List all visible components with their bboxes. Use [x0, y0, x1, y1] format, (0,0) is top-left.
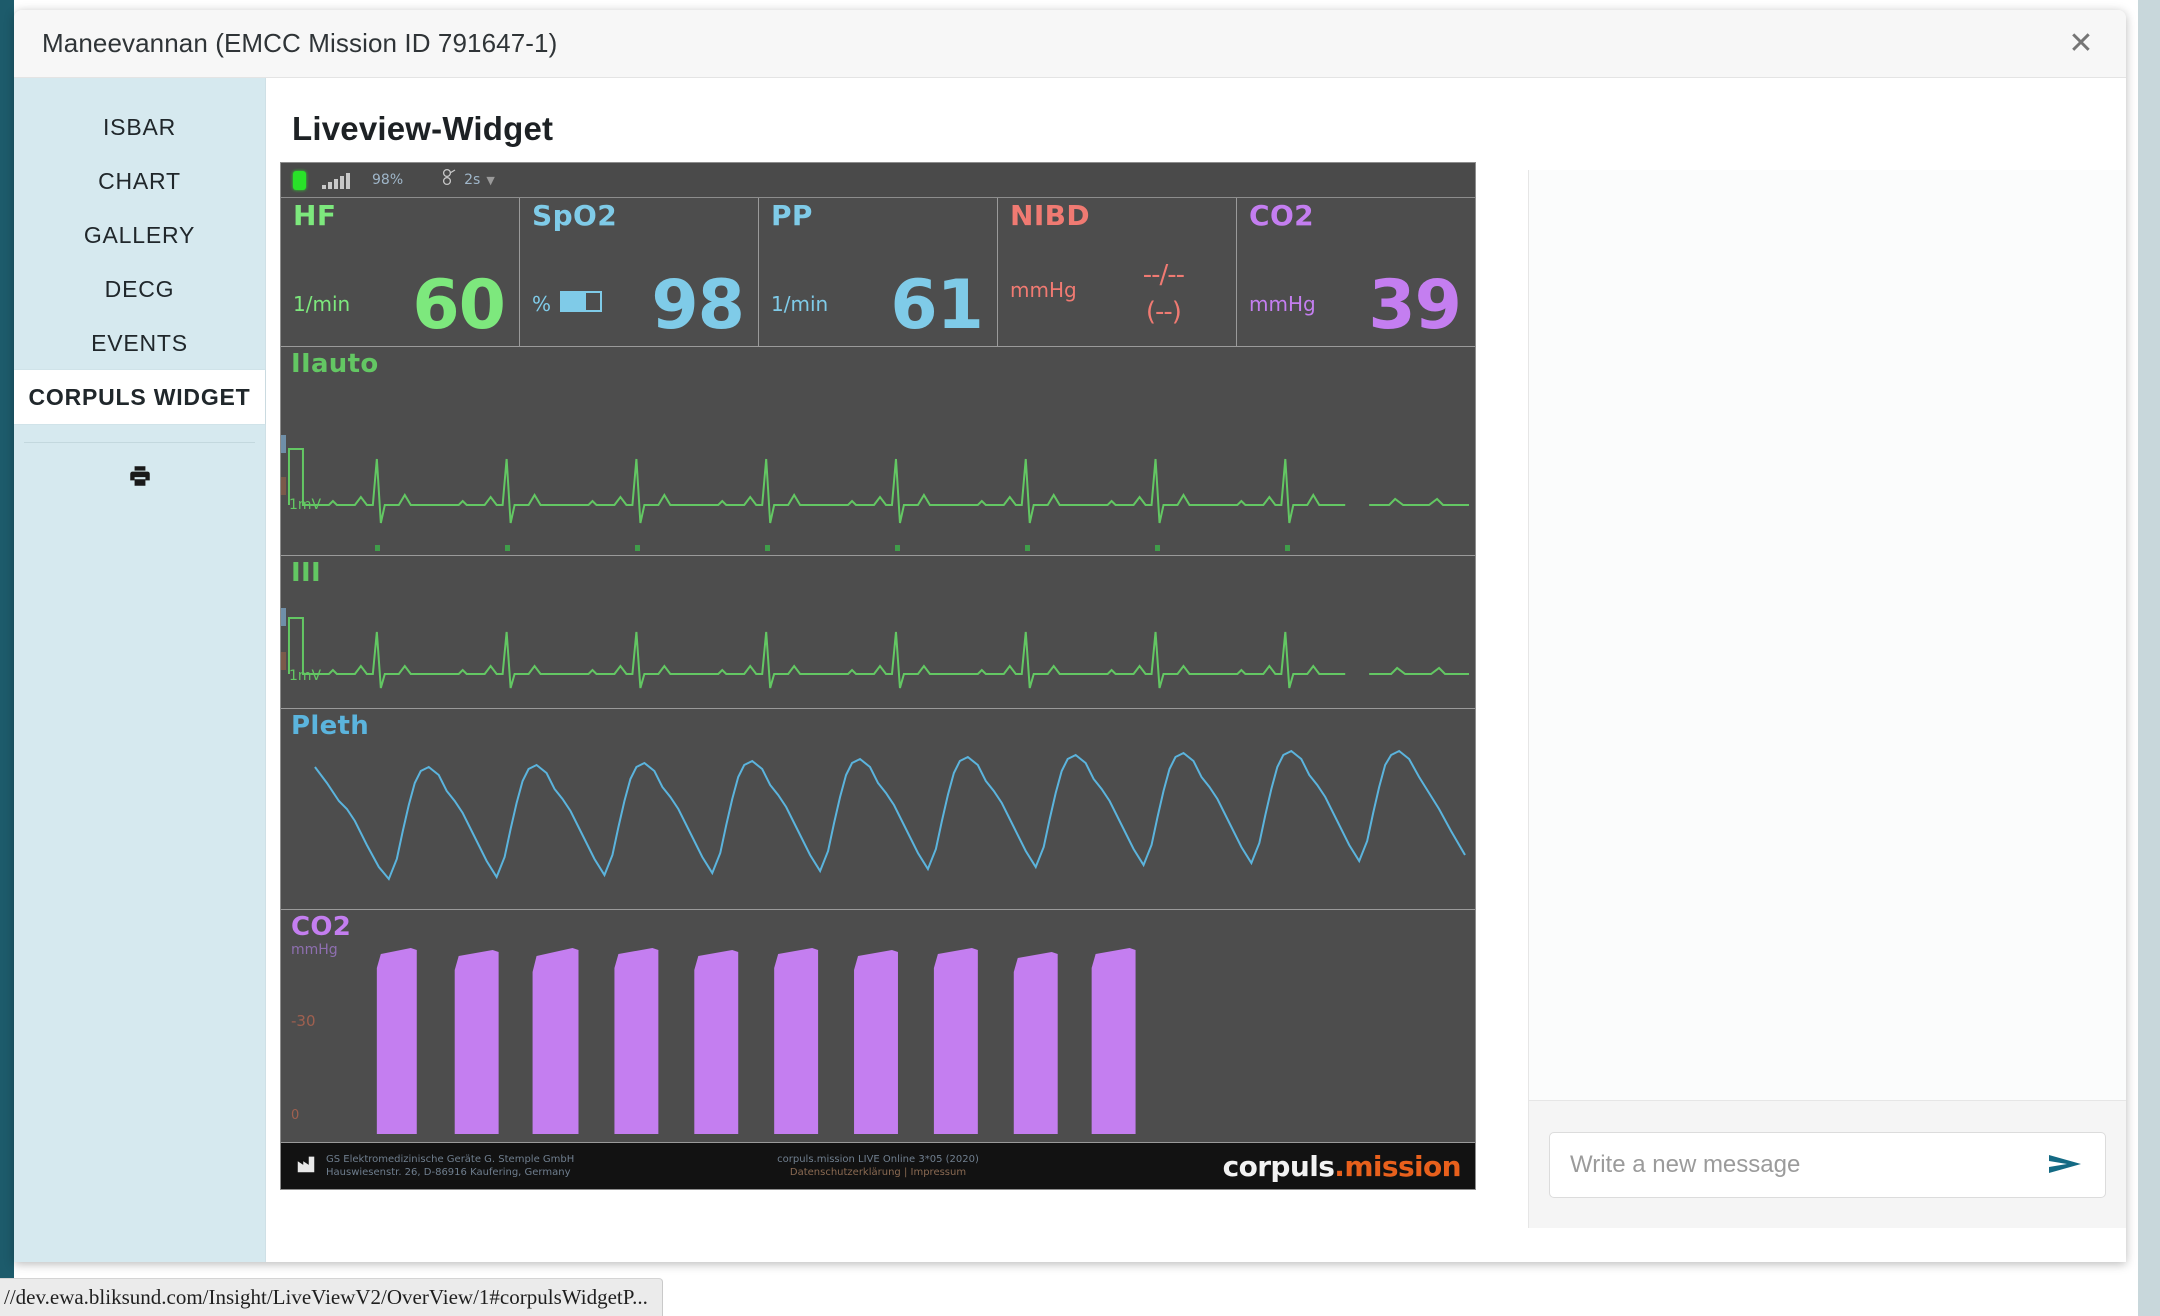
vital-unit: 1/min	[293, 292, 351, 316]
monitor-footer: GS Elektromedizinische Geräte G. Stemple…	[281, 1143, 1475, 1189]
sidebar-item-decg[interactable]: DECG	[14, 262, 265, 316]
company-address: Hauswiesenstr. 26, D-86916 Kaufering, Ge…	[326, 1167, 571, 1178]
signal-percent-label: 98%	[372, 172, 404, 188]
vital-nibd: NIBD mmHg --/-- (--)	[998, 198, 1237, 346]
vital-value: 39	[1368, 266, 1462, 345]
wave-scale-label: -30	[291, 1012, 316, 1030]
modal-body: ISBAR CHART GALLERY DECG EVENTS CORPULS …	[14, 78, 2126, 1262]
wave-panel-co2: CO2 mmHg -30 0	[281, 910, 1475, 1143]
imprint-link[interactable]: Impressum	[911, 1167, 967, 1178]
logo-text-corpuls: corpuls	[1222, 1149, 1335, 1183]
company-name: GS Elektromedizinische Geräte G. Stemple…	[326, 1153, 575, 1165]
ecg-waveform-ii	[287, 448, 1470, 524]
message-input[interactable]	[1568, 1149, 2045, 1180]
chat-panel	[1528, 170, 2126, 1228]
footer-company: GS Elektromedizinische Geräte G. Stemple…	[295, 1153, 574, 1180]
vital-label: CO2	[1249, 199, 1315, 232]
battery-full-icon	[293, 170, 306, 190]
logo-text-mission: .mission	[1334, 1149, 1461, 1183]
footer-version-info: corpuls.mission LIVE Online 3*05 (2020) …	[777, 1153, 979, 1180]
page-right-accent-strip	[2138, 0, 2160, 1316]
wave-panel-pleth: Pleth	[281, 709, 1475, 910]
signal-bars-icon	[322, 171, 350, 189]
vital-label: NIBD	[1010, 199, 1091, 232]
sidebar-item-label: GALLERY	[83, 221, 196, 248]
sidebar-item-label: ISBAR	[102, 113, 177, 140]
sidebar-item-events[interactable]: EVENTS	[14, 316, 265, 370]
vital-label: PP	[771, 199, 813, 232]
vital-pp: PP 1/min 61	[759, 198, 998, 346]
sweep-speed-label: 2s	[464, 172, 481, 188]
vital-value: 61	[890, 266, 984, 345]
page-left-accent-strip	[0, 0, 14, 1316]
sweep-speed-icon	[441, 168, 458, 192]
wave-panel-iii: III 1mV	[281, 556, 1475, 709]
sidebar-item-isbar[interactable]: ISBAR	[14, 100, 265, 154]
wave-sublabel: 1mV	[289, 668, 322, 684]
vital-unit: mmHg	[1249, 292, 1316, 316]
sidebar-item-label: EVENTS	[91, 329, 188, 356]
modal-title: Maneevannan (EMCC Mission ID 791647-1)	[42, 28, 558, 58]
vital-hf: HF 1/min 60	[281, 198, 520, 346]
beat-markers	[281, 543, 1475, 551]
chevron-down-icon[interactable]: ▼	[486, 174, 494, 187]
modal-header: Maneevannan (EMCC Mission ID 791647-1) ✕	[14, 10, 2126, 78]
vital-unit: mmHg	[1010, 278, 1077, 302]
sidebar-item-label: CORPULS WIDGET	[28, 383, 251, 410]
screen: Maneevannan (EMCC Mission ID 791647-1) ✕…	[0, 0, 2160, 1316]
chat-compose-bar	[1529, 1100, 2126, 1228]
content-area: Liveview-Widget 98% 2s ▼ HF 1/min 60 SpO…	[266, 78, 2126, 1262]
wave-sublabel: mmHg	[291, 942, 338, 958]
link-separator: |	[903, 1167, 908, 1178]
sidebar-item-label: DECG	[104, 275, 175, 302]
ecg-waveform-iii	[287, 617, 1470, 689]
chat-input-wrapper[interactable]	[1549, 1131, 2106, 1198]
page-title: Liveview-Widget	[292, 110, 554, 147]
sweep-speed-group[interactable]: 2s ▼	[441, 168, 495, 192]
vital-unit: %	[532, 292, 552, 316]
printer-icon	[127, 463, 153, 494]
close-icon[interactable]: ✕	[2064, 27, 2098, 61]
liveview-widget-column: Liveview-Widget 98% 2s ▼ HF 1/min 60 SpO…	[266, 78, 1528, 1262]
vital-co2: CO2 mmHg 39	[1237, 198, 1475, 346]
vital-value: 60	[412, 266, 506, 345]
pleth-waveform	[314, 749, 1466, 881]
send-arrow-icon[interactable]	[2045, 1151, 2087, 1179]
sidebar-item-gallery[interactable]: GALLERY	[14, 208, 265, 262]
vital-label: HF	[293, 199, 337, 232]
wave-label: III	[291, 558, 321, 588]
factory-icon	[295, 1153, 317, 1179]
wave-label: IIauto	[291, 349, 379, 379]
wave-sublabel: 1mV	[289, 497, 322, 513]
wave-panel-ii-auto: IIauto 1mV	[281, 347, 1475, 556]
corpuls-widget-modal: Maneevannan (EMCC Mission ID 791647-1) ✕…	[14, 10, 2126, 1262]
print-button[interactable]	[14, 443, 265, 513]
sidebar-item-label: CHART	[98, 167, 181, 194]
perfusion-bar-icon	[560, 291, 602, 312]
footer-version: corpuls.mission LIVE Online 3*05 (2020)	[777, 1153, 979, 1165]
wave-scale-zero: 0	[291, 1108, 300, 1123]
sidebar-item-chart[interactable]: CHART	[14, 154, 265, 208]
chat-message-feed	[1529, 170, 2126, 1100]
wave-label: Pleth	[291, 711, 370, 741]
corpuls-monitor: 98% 2s ▼ HF 1/min 60 SpO2 % 98 PP 1/min …	[280, 162, 1476, 1190]
privacy-link[interactable]: Datenschutzerklärung	[790, 1167, 901, 1178]
status-url: //dev.ewa.bliksund.com/Insight/LiveViewV…	[4, 1285, 648, 1309]
sidebar: ISBAR CHART GALLERY DECG EVENTS CORPULS …	[14, 78, 266, 1262]
wave-label: CO2	[291, 912, 352, 942]
browser-status-bar: //dev.ewa.bliksund.com/Insight/LiveViewV…	[0, 1278, 663, 1316]
monitor-statusbar: 98% 2s ▼	[281, 163, 1475, 198]
corpuls-mission-logo: corpuls.mission	[1222, 1149, 1462, 1183]
vitals-row: HF 1/min 60 SpO2 % 98 PP 1/min 61 NIBD m…	[281, 198, 1475, 347]
vital-value: 98	[651, 266, 745, 345]
capnogram-waveform	[376, 948, 1136, 1134]
vital-label: SpO2	[532, 199, 618, 232]
vital-unit: 1/min	[771, 292, 829, 316]
vital-value: --/-- (--)	[1142, 259, 1185, 328]
sidebar-item-corpuls-widget[interactable]: CORPULS WIDGET	[14, 370, 265, 424]
vital-spo2: SpO2 % 98	[520, 198, 759, 346]
